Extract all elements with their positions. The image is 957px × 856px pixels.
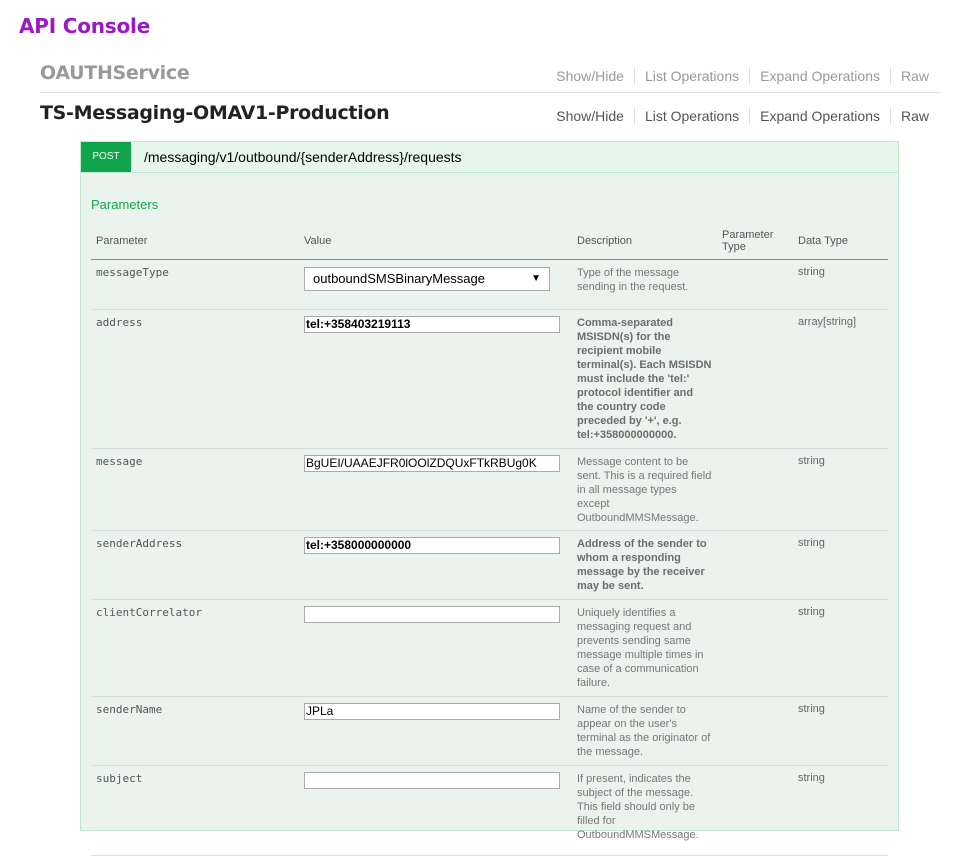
show-hide-link[interactable]: Show/Hide — [546, 108, 634, 124]
param-data-type: string — [793, 765, 888, 856]
expand-operations-link[interactable]: Expand Operations — [749, 68, 890, 84]
param-name: address — [91, 309, 299, 449]
param-type — [717, 259, 793, 310]
table-row: senderAddress tel:+358000000000 Address … — [91, 530, 888, 600]
operation-path[interactable]: /messaging/v1/outbound/{senderAddress}/r… — [144, 149, 462, 165]
column-header-description: Description — [572, 222, 717, 260]
param-data-type: string — [793, 599, 888, 697]
param-name: message — [91, 448, 299, 531]
table-row: messageType outboundSMSBinaryMessage ▼ T… — [91, 259, 888, 310]
table-row: address tel:+358403219113 Comma-separate… — [91, 309, 888, 449]
param-name: messageType — [91, 259, 299, 310]
param-type — [717, 448, 793, 531]
resource-operations: Show/Hide List Operations Expand Operati… — [546, 68, 940, 84]
parameters-title: Parameters — [91, 197, 159, 212]
column-header-parameter: Parameter — [91, 222, 299, 260]
raw-link[interactable]: Raw — [889, 108, 940, 124]
param-data-type: string — [793, 259, 888, 310]
value-cell: tel:+358000000000 — [299, 530, 572, 600]
table-row: clientCorrelator Uniquely identifies a m… — [91, 599, 888, 697]
column-header-parameter-type: Parameter Type — [717, 222, 793, 260]
subject-input[interactable] — [304, 772, 560, 789]
resource-name[interactable]: TS-Messaging-OMAV1-Production — [40, 102, 390, 124]
param-description: Message content to be sent. This is a re… — [572, 448, 717, 531]
param-type — [717, 765, 793, 856]
table-row: message BgUEI/UAAEJFR0lOOlZDQUxFTkRBUg0K… — [91, 448, 888, 531]
show-hide-link[interactable]: Show/Hide — [546, 68, 634, 84]
param-description: Address of the sender to whom a respondi… — [572, 530, 717, 600]
app-title[interactable]: API Console — [19, 14, 150, 38]
expand-operations-link[interactable]: Expand Operations — [749, 108, 890, 124]
list-operations-link[interactable]: List Operations — [633, 68, 749, 84]
sender-address-input[interactable]: tel:+358000000000 — [304, 537, 560, 554]
caret-down-icon: ▼ — [531, 273, 541, 284]
param-data-type: array[string] — [793, 309, 888, 449]
param-description: Comma-separated MSISDN(s) for the recipi… — [572, 309, 717, 449]
resource-oauthservice: OAUTHService Show/Hide List Operations E… — [40, 52, 940, 93]
param-data-type: string — [793, 448, 888, 531]
message-type-select[interactable]: outboundSMSBinaryMessage ▼ — [304, 267, 550, 291]
param-type — [717, 530, 793, 600]
value-cell: outboundSMSBinaryMessage ▼ — [299, 259, 572, 310]
param-name: senderName — [91, 696, 299, 766]
resource-operations: Show/Hide List Operations Expand Operati… — [546, 108, 940, 124]
param-name: senderAddress — [91, 530, 299, 600]
sender-name-input[interactable]: JPLa — [304, 703, 560, 720]
param-description: Type of the message sending in the reque… — [572, 259, 717, 310]
param-description: Name of the sender to appear on the user… — [572, 696, 717, 766]
param-data-type: string — [793, 696, 888, 766]
param-data-type: string — [793, 530, 888, 600]
message-input[interactable]: BgUEI/UAAEJFR0lOOlZDQUxFTkRBUg0K — [304, 455, 560, 472]
select-value: outboundSMSBinaryMessage — [313, 271, 485, 286]
resource-name[interactable]: OAUTHService — [40, 62, 190, 84]
value-cell — [299, 599, 572, 697]
param-description: If present, indicates the subject of the… — [572, 765, 717, 856]
column-header-value: Value — [299, 222, 572, 260]
param-name: subject — [91, 765, 299, 856]
param-type — [717, 599, 793, 697]
address-input[interactable]: tel:+358403219113 — [304, 316, 560, 333]
param-name: clientCorrelator — [91, 599, 299, 697]
value-cell — [299, 765, 572, 856]
param-type — [717, 696, 793, 766]
param-type — [717, 309, 793, 449]
table-header-row: Parameter Value Description Parameter Ty… — [91, 222, 888, 260]
value-cell: tel:+358403219113 — [299, 309, 572, 449]
post-method-badge[interactable]: POST — [81, 142, 131, 172]
param-description: Uniquely identifies a messaging request … — [572, 599, 717, 697]
raw-link[interactable]: Raw — [889, 68, 940, 84]
table-row: subject If present, indicates the subjec… — [91, 765, 888, 856]
parameters-table: Parameter Value Description Parameter Ty… — [91, 222, 888, 856]
operation-panel: POST /messaging/v1/outbound/{senderAddre… — [80, 141, 899, 856]
table-row: senderName JPLa Name of the sender to ap… — [91, 696, 888, 766]
value-cell: BgUEI/UAAEJFR0lOOlZDQUxFTkRBUg0K — [299, 448, 572, 531]
column-header-data-type: Data Type — [793, 222, 888, 260]
client-correlator-input[interactable] — [304, 606, 560, 623]
operation-heading[interactable]: POST /messaging/v1/outbound/{senderAddre… — [81, 142, 898, 173]
resource-ts-messaging: TS-Messaging-OMAV1-Production Show/Hide … — [40, 92, 940, 132]
list-operations-link[interactable]: List Operations — [633, 108, 749, 124]
value-cell: JPLa — [299, 696, 572, 766]
